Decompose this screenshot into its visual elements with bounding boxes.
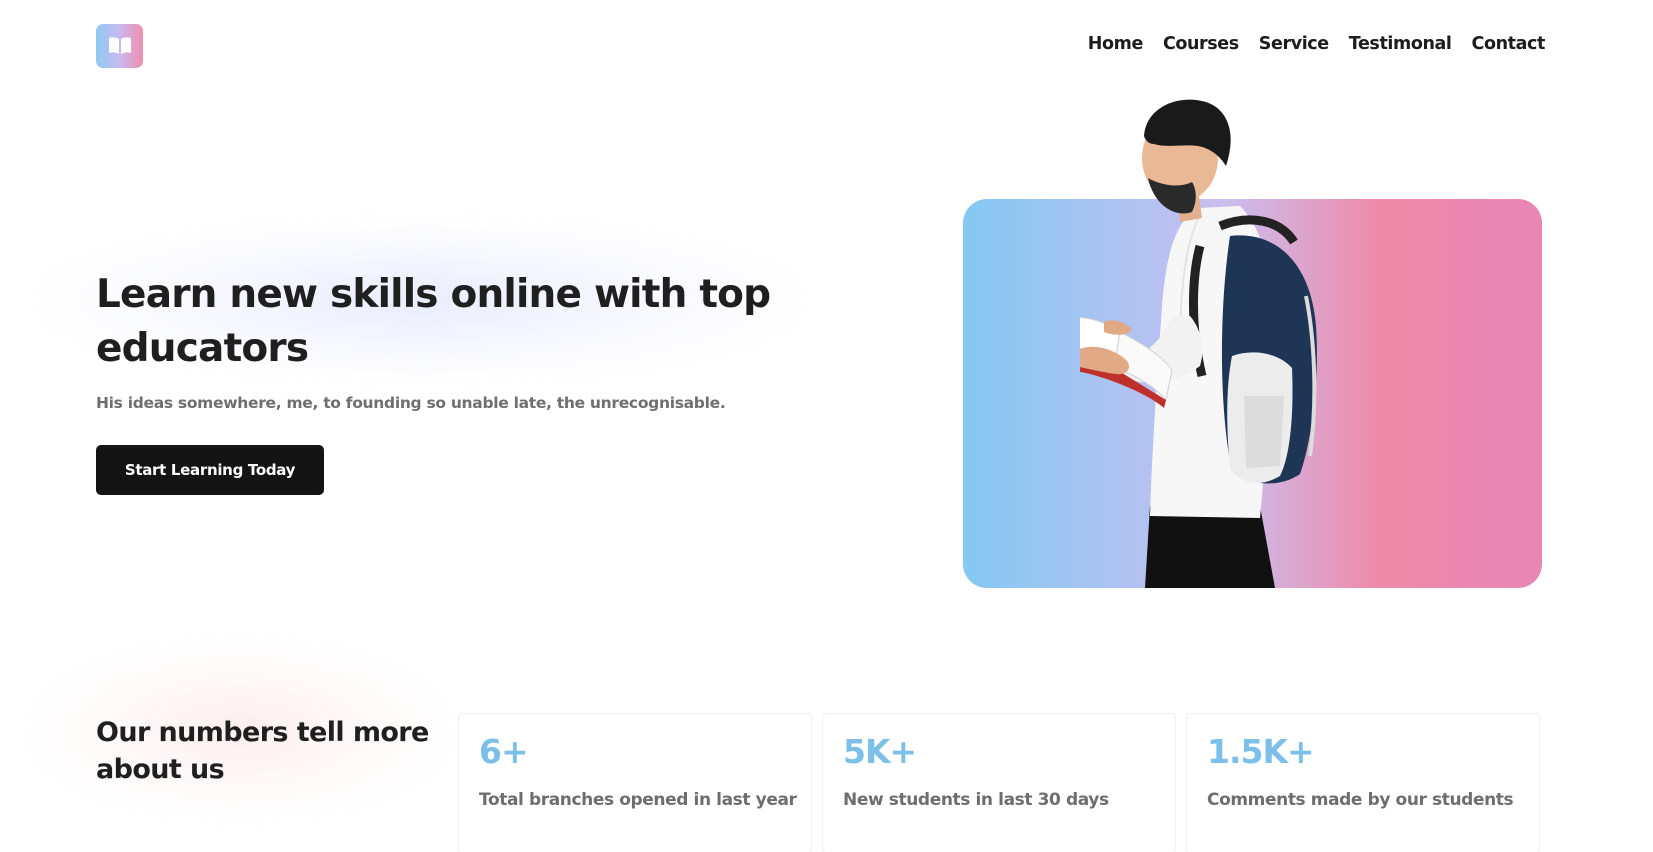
- nav-home[interactable]: Home: [1088, 34, 1144, 54]
- logo[interactable]: [96, 24, 143, 68]
- open-book-icon: [108, 37, 131, 54]
- nav-testimonal[interactable]: Testimonal: [1349, 34, 1452, 54]
- main-nav: Home Courses Service Testimonal Contact: [1088, 34, 1546, 54]
- stat-card-comments: 1.5K+ Comments made by our students: [1186, 713, 1540, 852]
- stat-value: 5K+: [843, 732, 917, 771]
- hero-student-image: [1080, 96, 1460, 588]
- stat-value: 6+: [479, 732, 529, 771]
- hero-subtitle: His ideas somewhere, me, to founding so …: [96, 394, 726, 412]
- nav-courses[interactable]: Courses: [1163, 34, 1239, 54]
- stat-label: New students in last 30 days: [843, 790, 1109, 810]
- stat-label: Comments made by our students: [1207, 790, 1514, 810]
- stats-title: Our numbers tell more about us: [96, 717, 429, 785]
- stat-card-branches: 6+ Total branches opened in last year: [458, 713, 812, 852]
- stat-label: Total branches opened in last year: [479, 790, 797, 810]
- nav-service[interactable]: Service: [1259, 34, 1329, 54]
- stat-value: 1.5K+: [1207, 732, 1315, 771]
- start-learning-button[interactable]: Start Learning Today: [96, 445, 324, 495]
- nav-contact[interactable]: Contact: [1472, 34, 1546, 54]
- stat-card-students: 5K+ New students in last 30 days: [822, 713, 1176, 852]
- hero-title: Learn new skills online with top educato…: [96, 272, 771, 371]
